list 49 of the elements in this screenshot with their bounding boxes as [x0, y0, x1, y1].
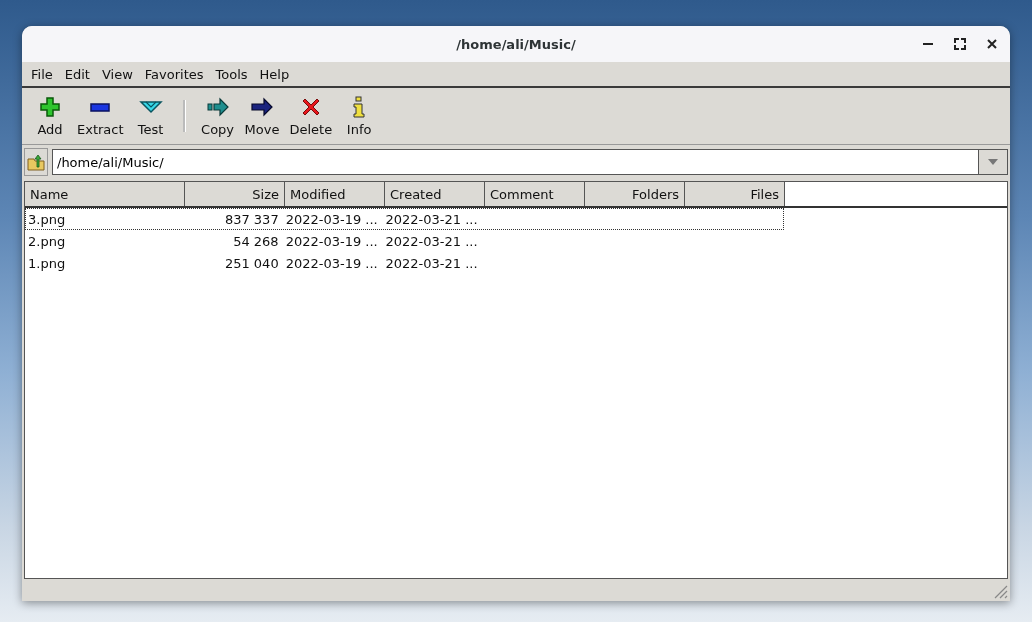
menu-item[interactable]: File	[25, 66, 59, 82]
menu-item[interactable]: Favorites	[138, 66, 210, 82]
column-header[interactable]: Modified	[285, 182, 385, 206]
column-header[interactable]: Created	[385, 182, 485, 206]
resize-grip-icon[interactable]	[992, 583, 1008, 599]
table-cell-text: 2022-03-21 ...	[384, 254, 479, 273]
table-cell-text: 2.png	[27, 232, 67, 251]
info-icon	[352, 95, 367, 118]
focused-row[interactable]: 3.png 837 337 2022-03-19 ... 2022-03-21 ...	[25, 208, 784, 230]
menu-item[interactable]: Tools	[209, 66, 254, 82]
table-cell-text: 1.png	[27, 254, 67, 273]
table-cell-text: 2022-03-19 ...	[284, 210, 379, 229]
table-cell-text: 3.png	[27, 210, 67, 229]
toolbar-button[interactable]: Copy	[195, 93, 240, 139]
arrow-right-icon	[250, 95, 274, 118]
file-row[interactable]: 1.png 251 040 2022-03-19 ... 2022-03-21 ...	[25, 252, 784, 274]
dropdown-button[interactable]	[978, 149, 1008, 175]
table-cell-text: 2022-03-19 ...	[284, 254, 379, 273]
toolbar-button[interactable]: Extract	[72, 93, 129, 139]
table-cell-text: 837 337	[223, 210, 280, 229]
toolbar-button[interactable]: Move	[239, 93, 285, 139]
column-header[interactable]: Comment	[485, 182, 585, 206]
folder-up-icon	[27, 153, 45, 171]
menu-item[interactable]: Edit	[58, 66, 96, 82]
plus-icon	[39, 95, 61, 118]
address-field[interactable]: /home/ali/Music/	[52, 149, 978, 175]
toolbar-button[interactable]: Info	[337, 93, 382, 139]
arrow-right-icon	[205, 95, 230, 118]
toolbar-button[interactable]: Add	[28, 93, 72, 139]
column-header[interactable]: Size	[185, 182, 285, 206]
menu-item[interactable]: View	[95, 66, 139, 82]
table-cell-text: 2022-03-19 ...	[284, 232, 379, 251]
window-title: /home/ali/Music/	[456, 36, 576, 52]
caret-icon	[988, 159, 998, 165]
menu-item[interactable]: Help	[253, 66, 296, 82]
minimize-icon	[923, 43, 933, 45]
table-cell-text: 2022-03-21 ...	[384, 210, 479, 229]
column-header[interactable]: Files	[685, 182, 785, 206]
up-folder-button[interactable]	[24, 148, 48, 176]
column-header[interactable]: Name	[25, 182, 185, 206]
table-cell-text: 2022-03-21 ...	[384, 232, 479, 251]
toolbar-button[interactable]: Delete	[284, 93, 338, 139]
close-icon	[987, 39, 997, 49]
table-cell-text: 54 268	[232, 232, 280, 251]
toolbar-button[interactable]: Test	[128, 93, 173, 139]
maximize-icon	[954, 38, 966, 50]
file-row[interactable]: 2.png 54 268 2022-03-19 ... 2022-03-21 ...	[25, 230, 784, 252]
table-cell-text: 251 040	[223, 254, 280, 273]
column-header[interactable]: Folders	[585, 182, 685, 206]
